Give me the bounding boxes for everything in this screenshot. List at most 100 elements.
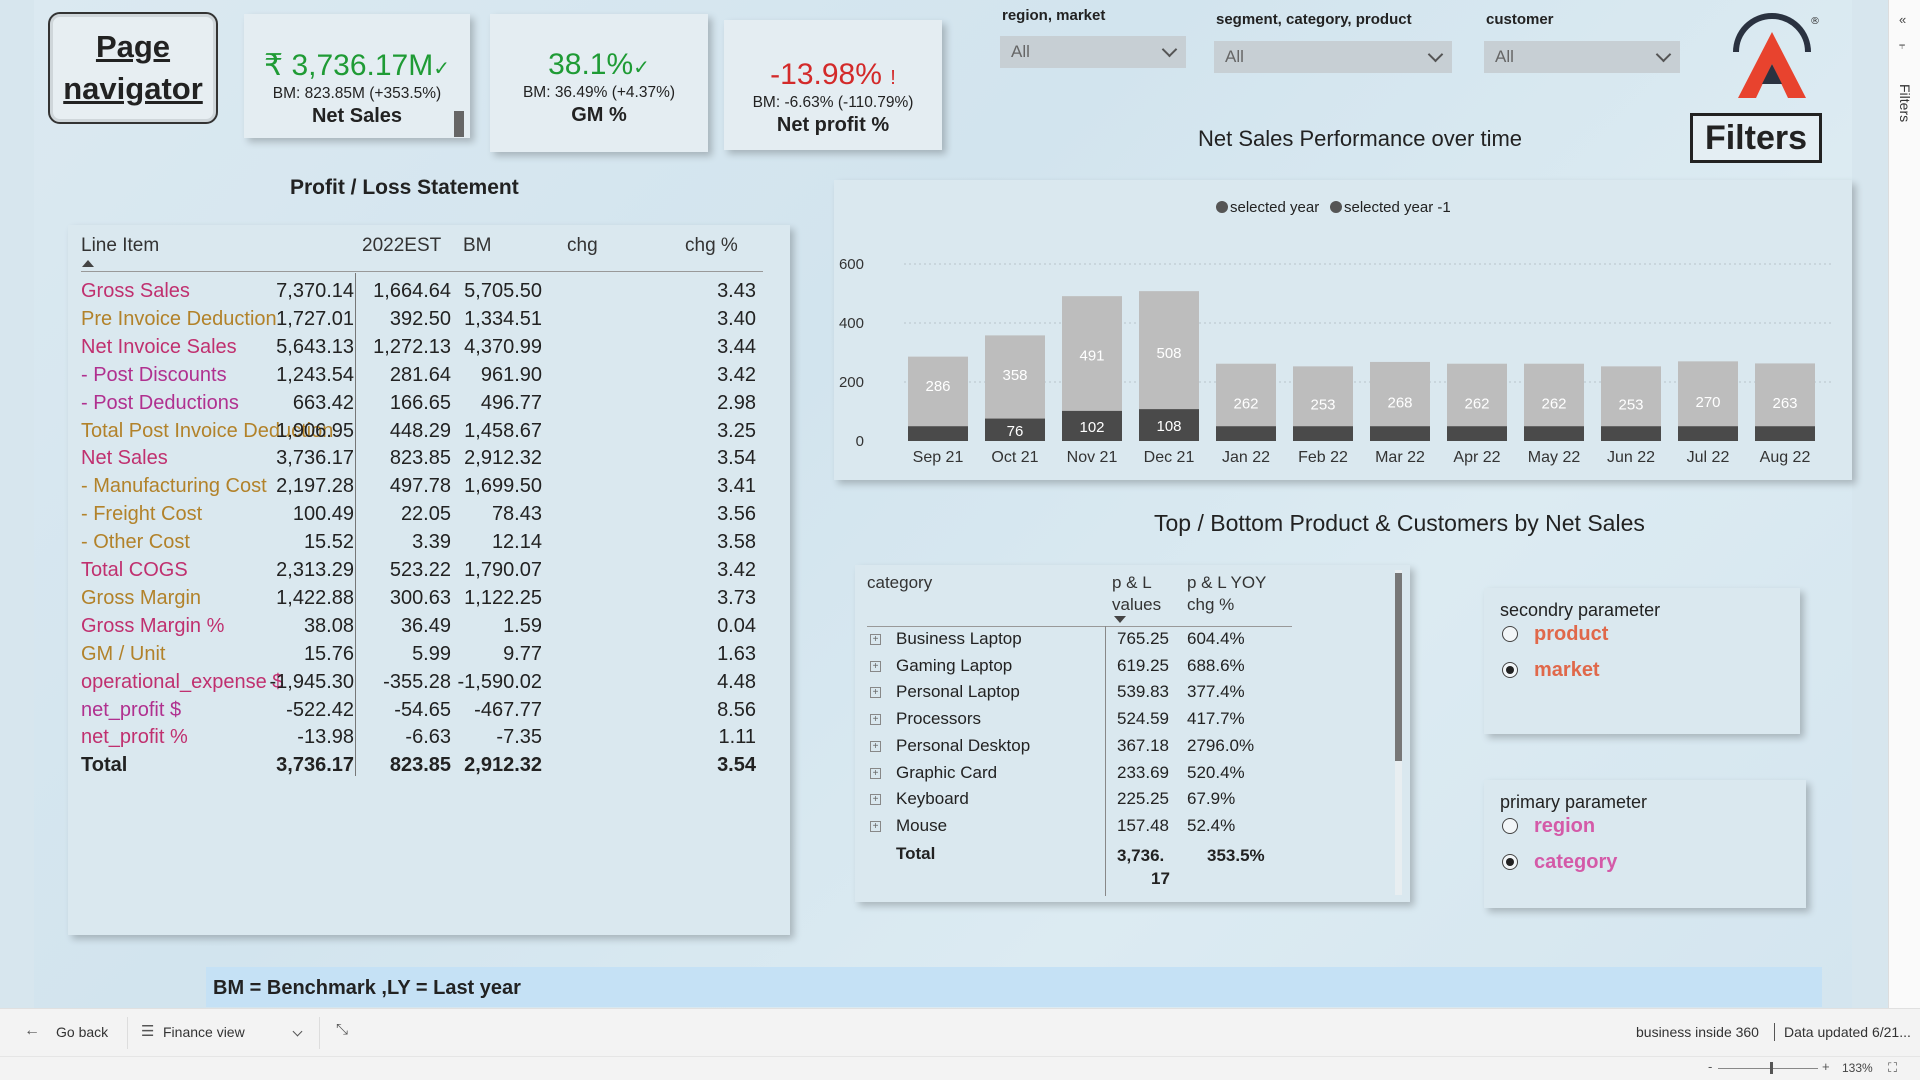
pl-2022est: 1,727.01	[276, 307, 354, 330]
tb-header-category[interactable]: category	[867, 573, 932, 593]
go-back-button[interactable]: Go back	[56, 1024, 108, 1040]
chart-legend[interactable]: selected year selected year -1	[1216, 199, 1451, 216]
radio-market[interactable]	[1502, 662, 1518, 678]
pl-row[interactable]: - Manufacturing Cost 2,197.28 497.78 1,699.…	[68, 475, 790, 503]
zoom-slider-thumb[interactable]	[1770, 1062, 1773, 1074]
expand-plus-icon[interactable]: +	[870, 767, 881, 779]
pl-row[interactable]: - Freight Cost 100.49 22.05 78.43 3.56	[68, 503, 790, 531]
chevron-down-icon	[1655, 46, 1672, 63]
bar-selected-year-1[interactable]	[1370, 426, 1430, 441]
pl-header-2022est[interactable]: 2022EST	[362, 235, 441, 257]
pl-row[interactable]: Gross Margin 1,422.88 300.63 1,122.25 3.73	[68, 587, 790, 615]
filter-region-market-dropdown[interactable]: All	[1000, 36, 1186, 68]
bar-selected-year-1[interactable]	[1755, 426, 1815, 441]
pl-chg: -467.77	[474, 698, 542, 721]
expand-plus-icon[interactable]: +	[870, 820, 881, 832]
pl-row[interactable]: net_profit $ -522.42 -54.65 -467.77 8.56	[68, 699, 790, 727]
expand-plus-icon[interactable]: +	[870, 660, 881, 672]
pl-row[interactable]: Net Sales 3,736.17 823.85 2,912.32 3.54	[68, 447, 790, 475]
radio-category[interactable]	[1502, 854, 1518, 870]
option-category[interactable]: category	[1534, 851, 1617, 874]
sort-descending-icon[interactable]	[1114, 616, 1126, 623]
expand-plus-icon[interactable]: +	[870, 687, 881, 699]
page-navigator-button[interactable]: Page navigator	[48, 12, 218, 124]
pl-row[interactable]: Net Invoice Sales 5,643.13 1,272.13 4,370.9…	[68, 336, 790, 364]
pl-total-row[interactable]: Total 3,736.17 823.85 2,912.32 3.54	[68, 754, 790, 782]
kpi-net-profit-pct[interactable]: -13.98% ! BM: -6.63% (-110.79%) Net prof…	[724, 20, 942, 150]
pl-table[interactable]: Line Item 2022EST BM chg chg % Gross Sal…	[68, 225, 790, 935]
chevron-down-icon[interactable]	[292, 1026, 303, 1037]
pl-row[interactable]: - Post Deductions 663.42 166.65 496.77 2.98	[68, 392, 790, 420]
zoom-level[interactable]: 133%	[1842, 1061, 1873, 1075]
pl-row[interactable]: Gross Margin % 38.08 36.49 1.59 0.04	[68, 615, 790, 643]
collapse-icon[interactable]: ⤡	[336, 1021, 348, 1038]
pl-row[interactable]: operational_expense $ -1,945.30 -355.28 -1,…	[68, 671, 790, 699]
back-arrow-icon[interactable]: ←	[24, 1022, 40, 1040]
pl-bm: 3.39	[412, 531, 451, 554]
pl-header-chg[interactable]: chg	[567, 235, 598, 257]
pl-header-chg-pct[interactable]: chg %	[685, 235, 738, 257]
filter-customer-dropdown[interactable]: All	[1484, 41, 1680, 73]
footer-bar: ← Go back ☰ Finance view ⤡ business insi…	[0, 1008, 1920, 1056]
pl-row[interactable]: net_profit % -13.98 -6.63 -7.35 1.11	[68, 726, 790, 754]
option-market[interactable]: market	[1534, 659, 1600, 682]
tb-row[interactable]: + Graphic Card 233.69 520.4%	[855, 763, 1410, 789]
option-region[interactable]: region	[1534, 815, 1595, 838]
filters-pane-rail[interactable]: « ⫧ Filters	[1888, 0, 1920, 1008]
pl-header-bm[interactable]: BM	[463, 235, 492, 257]
tb-row[interactable]: + Business Laptop 765.25 604.4%	[855, 629, 1410, 655]
sort-ascending-icon[interactable]	[82, 260, 94, 267]
tb-header-values-2[interactable]: values	[1112, 595, 1161, 615]
pl-chg: 9.77	[503, 642, 542, 665]
zoom-out-button[interactable]: -	[1708, 1059, 1712, 1074]
filter-segment-dropdown[interactable]: All	[1214, 41, 1452, 73]
bar-selected-year-1[interactable]	[1293, 426, 1353, 441]
radio-product[interactable]	[1502, 626, 1518, 642]
tb-row[interactable]: + Personal Laptop 539.83 377.4%	[855, 682, 1410, 708]
bar-selected-year-1[interactable]	[1601, 426, 1661, 441]
pl-line-item: net_profit $	[81, 698, 182, 721]
kpi-scrollbar[interactable]	[454, 111, 464, 137]
tb-row[interactable]: + Processors 524.59 417.7%	[855, 709, 1410, 735]
tb-row[interactable]: + Mouse 157.48 52.4%	[855, 816, 1410, 842]
bar-selected-year-1[interactable]	[1678, 426, 1738, 441]
pl-row[interactable]: Gross Sales 7,370.14 1,664.64 5,705.50 3.43	[68, 280, 790, 308]
topbottom-title: Top / Bottom Product & Customers by Net …	[1154, 510, 1645, 536]
expand-plus-icon[interactable]: +	[870, 714, 881, 726]
pl-row[interactable]: - Other Cost 15.52 3.39 12.14 3.58	[68, 531, 790, 559]
zoom-slider-track[interactable]	[1718, 1068, 1818, 1069]
bar-selected-year-1[interactable]	[1447, 426, 1507, 441]
zoom-in-button[interactable]: +	[1822, 1059, 1830, 1074]
expand-plus-icon[interactable]: +	[870, 740, 881, 752]
tb-row[interactable]: + Gaming Laptop 619.25 688.6%	[855, 656, 1410, 682]
pl-chg-pct: 1.63	[717, 642, 756, 665]
tb-row[interactable]: + Keyboard 225.25 67.9%	[855, 789, 1410, 815]
pl-row[interactable]: Total Post Invoice Deduction 1,906.95 448.…	[68, 420, 790, 448]
fit-page-icon[interactable]: ⛶	[1888, 1060, 1897, 1076]
radio-region[interactable]	[1502, 818, 1518, 834]
option-product[interactable]: product	[1534, 623, 1608, 646]
net-sales-chart[interactable]: selected year selected year -1 0 200 400 600 2…	[834, 180, 1852, 480]
filters-button[interactable]: Filters	[1690, 113, 1822, 163]
tb-header-yoy-1[interactable]: p & L YOY	[1187, 573, 1266, 593]
expand-plus-icon[interactable]: +	[870, 794, 881, 806]
tb-header-yoy-2[interactable]: chg %	[1187, 595, 1234, 615]
x-tick-label: Feb 22	[1298, 449, 1348, 466]
bar-selected-year-1[interactable]	[1216, 426, 1276, 441]
pl-header-line-item[interactable]: Line Item	[81, 235, 159, 257]
pl-row[interactable]: Pre Invoice Deduction 1,727.01 392.50 1,334…	[68, 308, 790, 336]
pl-row[interactable]: - Post Discounts 1,243.54 281.64 961.90 3.42	[68, 364, 790, 392]
collapse-chevron-icon[interactable]: «	[1899, 12, 1906, 27]
tb-header-values-1[interactable]: p & L	[1112, 573, 1152, 593]
tb-row[interactable]: + Personal Desktop 367.18 2796.0%	[855, 736, 1410, 762]
pl-row[interactable]: Total COGS 2,313.29 523.22 1,790.07 3.42	[68, 559, 790, 587]
topbottom-table[interactable]: category p & L values p & L YOY chg % + B…	[855, 565, 1410, 902]
kpi-gm-pct[interactable]: 38.1%✓ BM: 36.49% (+4.37%) GM %	[490, 14, 708, 152]
expand-plus-icon[interactable]: +	[870, 634, 881, 645]
kpi-net-sales[interactable]: ₹ 3,736.17M✓ BM: 823.85M (+353.5%) Net S…	[244, 14, 470, 138]
bar-selected-year-1[interactable]	[908, 426, 968, 441]
pl-row[interactable]: GM / Unit 15.76 5.99 9.77 1.63	[68, 643, 790, 671]
filters-rail-label[interactable]: Filters	[1897, 84, 1913, 122]
page-select[interactable]: Finance view	[163, 1024, 245, 1040]
bar-selected-year-1[interactable]	[1524, 426, 1584, 441]
